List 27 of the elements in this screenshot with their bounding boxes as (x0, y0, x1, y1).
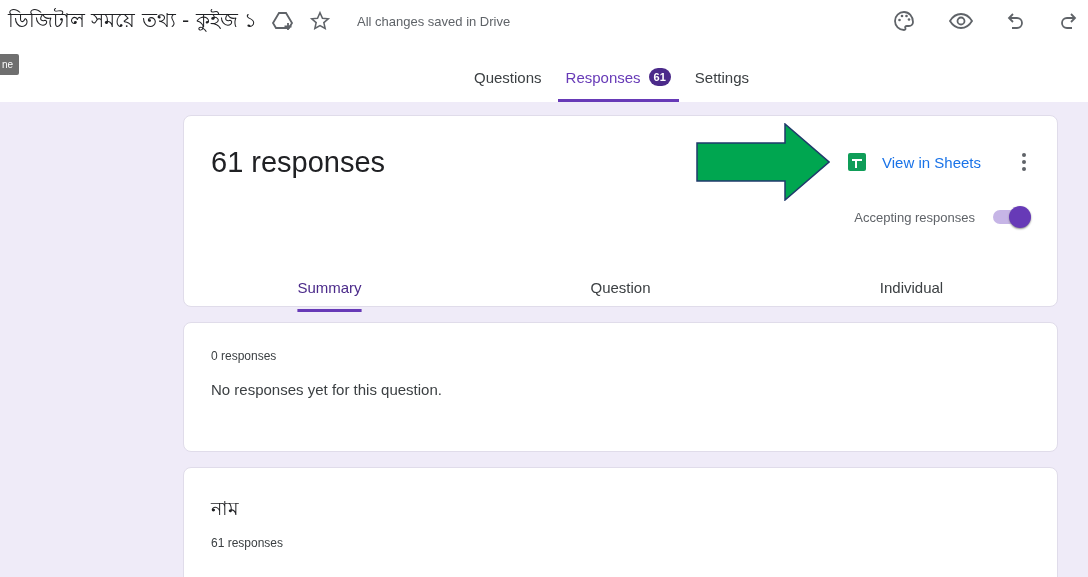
response-count: 0 responses (211, 349, 277, 363)
toggle-switch[interactable] (991, 206, 1031, 228)
tab[interactable]: Questions (466, 69, 550, 102)
response-count: 61 responses (211, 536, 284, 550)
more-options-icon[interactable] (1021, 152, 1027, 172)
count-badge: 61 (648, 68, 671, 86)
palette-icon[interactable] (892, 9, 916, 33)
drive-add-icon[interactable] (271, 10, 295, 32)
view-in-sheets-link[interactable]: View in Sheets (848, 153, 981, 171)
sheets-icon (848, 153, 867, 171)
tab[interactable]: Individual (766, 261, 1057, 306)
save-status: All changes saved in Drive (357, 13, 511, 29)
tab[interactable]: Question (475, 261, 766, 306)
tooltip-label: ne (0, 54, 20, 75)
empty-message: No responses yet for this question. (211, 381, 442, 398)
responses-count-title: 61 responses (211, 145, 387, 179)
undo-icon[interactable] (1006, 11, 1026, 31)
preview-eye-icon[interactable] (948, 11, 974, 31)
tab[interactable]: Settings (686, 69, 758, 102)
question-title: নাম (211, 496, 239, 521)
redo-icon[interactable] (1058, 11, 1078, 31)
tab[interactable]: Summary (184, 261, 475, 306)
star-icon[interactable] (309, 10, 331, 32)
tab[interactable]: Responses 61 (557, 68, 679, 102)
accepting-responses-label: Accepting responses (854, 209, 975, 225)
arrow-icon (696, 123, 831, 201)
form-title: ডিজিটাল সময়ে তথ্য - কুইজ ১ (8, 6, 257, 34)
